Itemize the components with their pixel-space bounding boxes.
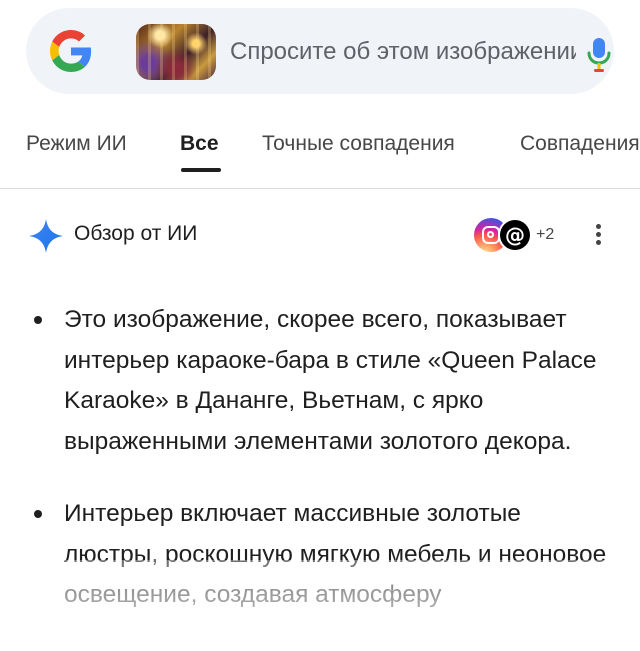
more-options-icon[interactable] xyxy=(594,224,602,248)
list-item: Это изображение, скорее всего, показывае… xyxy=(30,300,620,462)
mic-icon[interactable] xyxy=(586,36,612,74)
source-icons[interactable]: @ +2 xyxy=(474,218,564,254)
ai-overview-bullets: Это изображение, скорее всего, показывае… xyxy=(30,300,620,648)
image-thumbnail[interactable] xyxy=(136,24,216,80)
ai-overview-title: Обзор от ИИ xyxy=(74,222,198,245)
list-item: Интерьер включает массивные золотые люст… xyxy=(30,494,620,616)
ai-overview-header: Обзор от ИИ @ +2 xyxy=(28,216,618,256)
google-g-icon[interactable] xyxy=(50,30,92,72)
tab-all[interactable]: Все xyxy=(180,132,219,156)
search-input[interactable] xyxy=(230,34,576,70)
threads-icon[interactable]: @ xyxy=(500,220,530,250)
active-tab-indicator xyxy=(181,168,221,172)
search-bar[interactable] xyxy=(26,8,614,94)
tab-exact-matches[interactable]: Точные совпадения xyxy=(262,132,455,156)
tab-matches[interactable]: Совпадения xyxy=(520,132,640,156)
ai-sparkle-icon xyxy=(29,219,63,253)
tab-ai-mode[interactable]: Режим ИИ xyxy=(26,132,127,156)
search-tabs: Режим ИИ Все Точные совпадения Совпадени… xyxy=(0,126,640,189)
more-sources-count[interactable]: +2 xyxy=(536,226,554,244)
